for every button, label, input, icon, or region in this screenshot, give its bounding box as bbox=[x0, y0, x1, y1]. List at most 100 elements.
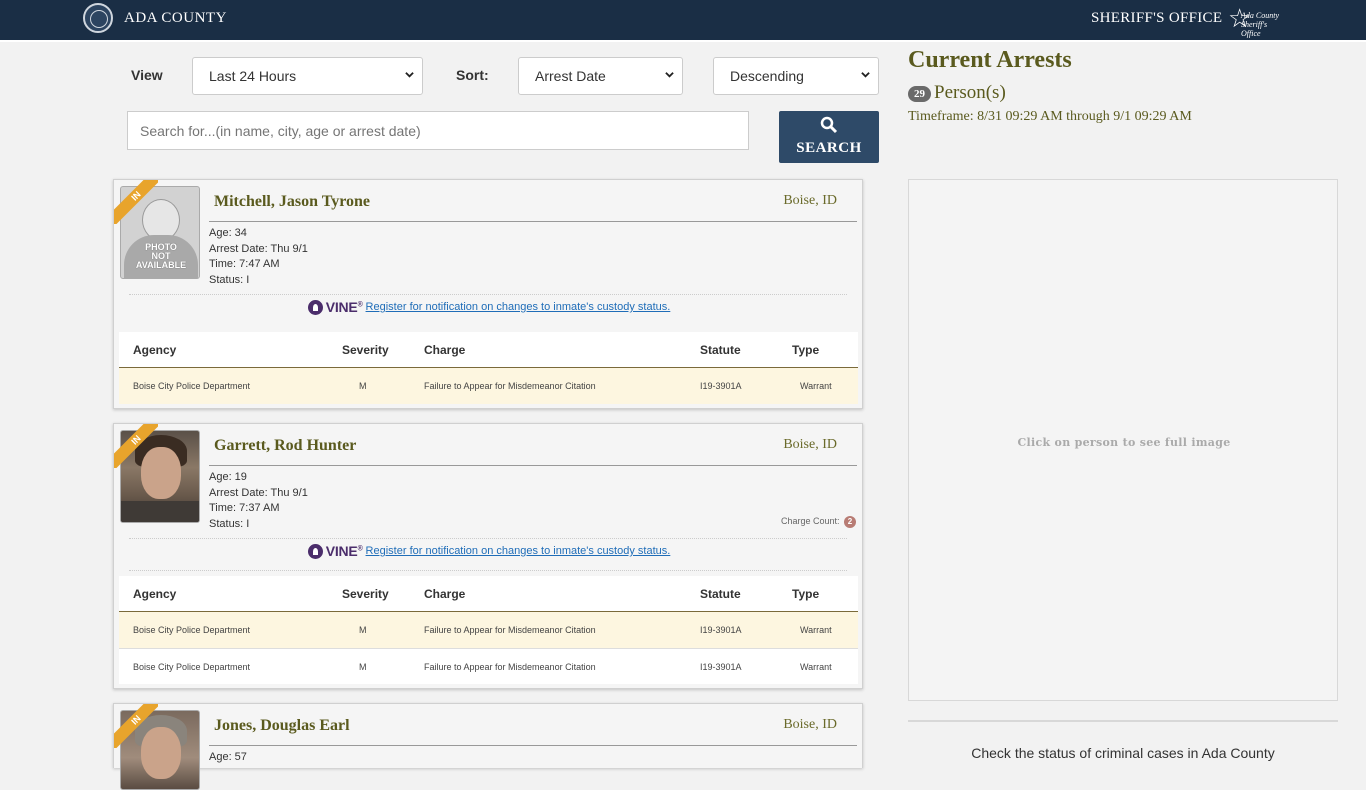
cell-severity: M bbox=[359, 381, 367, 391]
panel-divider bbox=[908, 720, 1338, 722]
search-button-label: SEARCH bbox=[796, 140, 862, 156]
person-count-badge: 29 bbox=[908, 85, 931, 102]
col-statute: Statute bbox=[700, 587, 741, 601]
sheriff-office-title[interactable]: SHERIFF'S OFFICE bbox=[1091, 10, 1222, 27]
inmate-info: Age: 34 Arrest Date: Thu 9/1 Time: 7:47 … bbox=[209, 226, 308, 289]
vine-row: VINE® Register for notification on change… bbox=[114, 543, 864, 559]
vine-word: VINE bbox=[325, 543, 358, 559]
inmate-name[interactable]: Jones, Douglas Earl bbox=[214, 717, 350, 735]
col-type: Type bbox=[792, 587, 820, 601]
view-select-value: Last 24 Hours bbox=[209, 68, 297, 84]
ribbon-label: IN bbox=[114, 424, 158, 468]
inmate-city: Boise, ID bbox=[783, 437, 837, 452]
charges-table: Agency Severity Charge Statute Type Bois… bbox=[119, 576, 858, 684]
inmate-arrest-time: Time: 7:37 AM bbox=[209, 502, 280, 515]
sheriff-star-logo-icon[interactable]: ☆ Ada County Sheriff's Office bbox=[1228, 3, 1286, 38]
cell-agency: Boise City Police Department bbox=[133, 625, 251, 635]
dotted-divider bbox=[129, 570, 847, 571]
header-divider bbox=[0, 40, 1366, 42]
inmate-age: Age: 57 bbox=[209, 751, 247, 763]
search-button[interactable]: SEARCH bbox=[779, 111, 879, 163]
order-select[interactable]: Descending bbox=[713, 57, 879, 95]
cell-severity: M bbox=[359, 662, 367, 672]
cell-type: Warrant bbox=[800, 381, 832, 391]
check-cases-link[interactable]: Check the status of criminal cases in Ad… bbox=[908, 745, 1338, 761]
county-seal-icon[interactable] bbox=[83, 3, 113, 33]
vine-register-link[interactable]: Register for notification on changes to … bbox=[366, 301, 671, 313]
sort-select[interactable]: Arrest Date bbox=[518, 57, 683, 95]
charges-table-header: Agency Severity Charge Statute Type bbox=[119, 576, 858, 612]
inmate-arrest-date: Arrest Date: Thu 9/1 bbox=[209, 486, 308, 499]
cell-charge: Failure to Appear for Misdemeanor Citati… bbox=[424, 381, 596, 391]
charges-table: Agency Severity Charge Statute Type Bois… bbox=[119, 332, 858, 404]
search-input[interactable] bbox=[127, 111, 749, 150]
chevron-down-icon bbox=[861, 72, 870, 78]
image-hint: Click on person to see full image bbox=[1017, 436, 1231, 449]
county-name[interactable]: ADA COUNTY bbox=[124, 10, 227, 27]
sort-select-value: Arrest Date bbox=[535, 68, 606, 84]
col-agency: Agency bbox=[133, 343, 177, 357]
cell-type: Warrant bbox=[800, 625, 832, 635]
timeframe: Timeframe: 8/31 09:29 AM through 9/1 09:… bbox=[908, 109, 1192, 124]
name-divider bbox=[209, 465, 857, 466]
dotted-divider bbox=[129, 538, 847, 539]
person-count-label: Person(s) bbox=[934, 82, 1006, 103]
chevron-down-icon bbox=[405, 72, 414, 78]
inmate-status: Status: I bbox=[209, 518, 250, 531]
view-label: View bbox=[131, 67, 163, 83]
search-icon bbox=[820, 116, 838, 134]
charge-count-label: Charge Count: bbox=[780, 516, 840, 526]
ribbon-label: IN bbox=[114, 704, 158, 748]
name-divider bbox=[209, 221, 857, 222]
vine-mark: ® bbox=[357, 301, 363, 309]
col-agency: Agency bbox=[133, 587, 177, 601]
order-select-value: Descending bbox=[730, 68, 804, 84]
charge-count: Charge Count: 2 bbox=[781, 516, 856, 528]
inmate-arrest-time: Time: 7:47 AM bbox=[209, 258, 280, 271]
vine-register-link[interactable]: Register for notification on changes to … bbox=[366, 545, 671, 557]
col-charge: Charge bbox=[424, 587, 466, 601]
inmate-age: Age: 34 bbox=[209, 227, 247, 239]
inmate-city: Boise, ID bbox=[783, 193, 837, 208]
cell-statute: I19-3901A bbox=[700, 381, 742, 391]
col-severity: Severity bbox=[342, 343, 389, 357]
photo-na-line: AVAILABLE bbox=[135, 260, 187, 270]
col-severity: Severity bbox=[342, 587, 389, 601]
vine-logo-icon bbox=[307, 543, 323, 559]
vine-row: VINE® Register for notification on change… bbox=[114, 299, 864, 315]
cell-charge: Failure to Appear for Misdemeanor Citati… bbox=[424, 625, 596, 635]
name-divider bbox=[209, 745, 857, 746]
cell-agency: Boise City Police Department bbox=[133, 381, 251, 391]
cell-statute: I19-3901A bbox=[700, 625, 742, 635]
inmate-name[interactable]: Garrett, Rod Hunter bbox=[214, 437, 356, 455]
current-arrests-title: Current Arrests bbox=[908, 47, 1072, 73]
vine-word: VINE bbox=[325, 299, 358, 315]
ribbon-label: IN bbox=[114, 180, 158, 224]
inmate-age: Age: 19 bbox=[209, 471, 247, 483]
sort-label: Sort: bbox=[456, 67, 489, 83]
cell-charge: Failure to Appear for Misdemeanor Citati… bbox=[424, 662, 596, 672]
table-row: Boise City Police Department M Failure t… bbox=[119, 368, 858, 404]
in-custody-ribbon: IN bbox=[114, 704, 158, 748]
table-row: Boise City Police Department M Failure t… bbox=[119, 612, 858, 648]
cell-agency: Boise City Police Department bbox=[133, 662, 251, 672]
col-type: Type bbox=[792, 343, 820, 357]
cell-severity: M bbox=[359, 625, 367, 635]
charges-table-header: Agency Severity Charge Statute Type bbox=[119, 332, 858, 368]
col-charge: Charge bbox=[424, 343, 466, 357]
inmate-status: Status: I bbox=[209, 274, 250, 287]
dotted-divider bbox=[129, 294, 847, 295]
cell-type: Warrant bbox=[800, 662, 832, 672]
vine-logo-icon bbox=[307, 299, 323, 315]
arrest-card: IN Garrett, Rod Hunter Boise, ID Age: 19… bbox=[113, 423, 863, 689]
person-count: 29 Person(s) bbox=[908, 82, 1006, 104]
charge-count-badge: 2 bbox=[844, 516, 856, 528]
inmate-name[interactable]: Mitchell, Jason Tyrone bbox=[214, 193, 370, 211]
chevron-down-icon bbox=[665, 72, 674, 78]
col-statute: Statute bbox=[700, 343, 741, 357]
view-select[interactable]: Last 24 Hours bbox=[192, 57, 423, 95]
inmate-info: Age: 57 bbox=[209, 750, 247, 766]
table-row: Boise City Police Department M Failure t… bbox=[119, 648, 858, 684]
top-header: ADA COUNTY SHERIFF'S OFFICE ☆ Ada County… bbox=[0, 0, 1366, 40]
full-image-panel: Click on person to see full image bbox=[908, 179, 1338, 701]
